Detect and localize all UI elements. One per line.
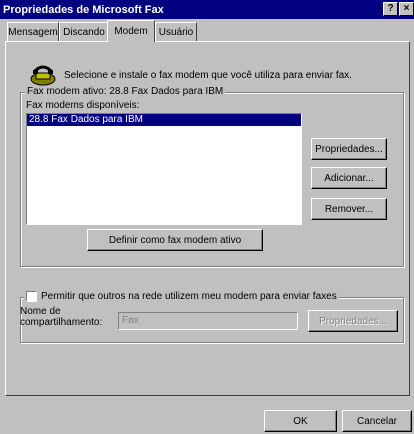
share-modem-checkbox-label: Permitir que outros na rede utilizem meu…: [41, 291, 337, 302]
button-label: Definir como fax modem ativo: [108, 234, 242, 246]
window-title: Propriedades de Microsoft Fax: [3, 3, 164, 16]
set-active-modem-button[interactable]: Definir como fax modem ativo: [87, 229, 263, 251]
modem-description: Selecione e instale o fax modem que você…: [64, 70, 352, 81]
share-properties-button[interactable]: Propriedades...: [308, 310, 398, 332]
remove-button[interactable]: Remover...: [311, 198, 387, 220]
share-name-label: Nome de compartilhamento:: [20, 306, 103, 328]
button-label: Propriedades...: [315, 143, 383, 155]
list-item[interactable]: 28.8 Fax Dados para IBM: [27, 114, 301, 126]
close-button[interactable]: ×: [399, 2, 414, 16]
help-button[interactable]: ?: [383, 2, 398, 16]
modem-list[interactable]: 28.8 Fax Dados para IBM: [26, 113, 302, 225]
tab-label: Modem: [114, 26, 148, 37]
button-label: Propriedades...: [319, 315, 387, 327]
fax-modem-icon: [30, 64, 56, 86]
active-modem-legend: Fax modem ativo: 28.8 Fax Dados para IBM: [25, 86, 226, 97]
tab-usuario[interactable]: Usuário: [155, 22, 197, 41]
title-bar[interactable]: Propriedades de Microsoft Fax ? ×: [0, 0, 414, 19]
share-name-field[interactable]: Fax: [118, 312, 298, 330]
button-label: Cancelar: [356, 415, 398, 427]
share-modem-toggle[interactable]: Permitir que outros na rede utilizem meu…: [24, 291, 339, 302]
ok-button[interactable]: OK: [264, 410, 337, 432]
cancel-button[interactable]: Cancelar: [342, 410, 412, 432]
button-label: OK: [293, 415, 308, 427]
button-label: Remover...: [324, 203, 374, 215]
tab-modem[interactable]: Modem: [107, 20, 155, 42]
properties-button[interactable]: Propriedades...: [311, 138, 387, 160]
tab-discando[interactable]: Discando: [59, 22, 109, 41]
tab-label: Usuário: [158, 26, 194, 38]
tab-label: Mensagem: [8, 26, 58, 38]
button-label: Adicionar...: [324, 172, 374, 184]
share-modem-checkbox[interactable]: [26, 291, 37, 302]
tab-mensagem[interactable]: Mensagem: [7, 22, 59, 41]
add-button[interactable]: Adicionar...: [311, 167, 387, 189]
available-modems-label: Fax modems disponíveis:: [26, 100, 140, 111]
tab-label: Discando: [63, 26, 105, 38]
